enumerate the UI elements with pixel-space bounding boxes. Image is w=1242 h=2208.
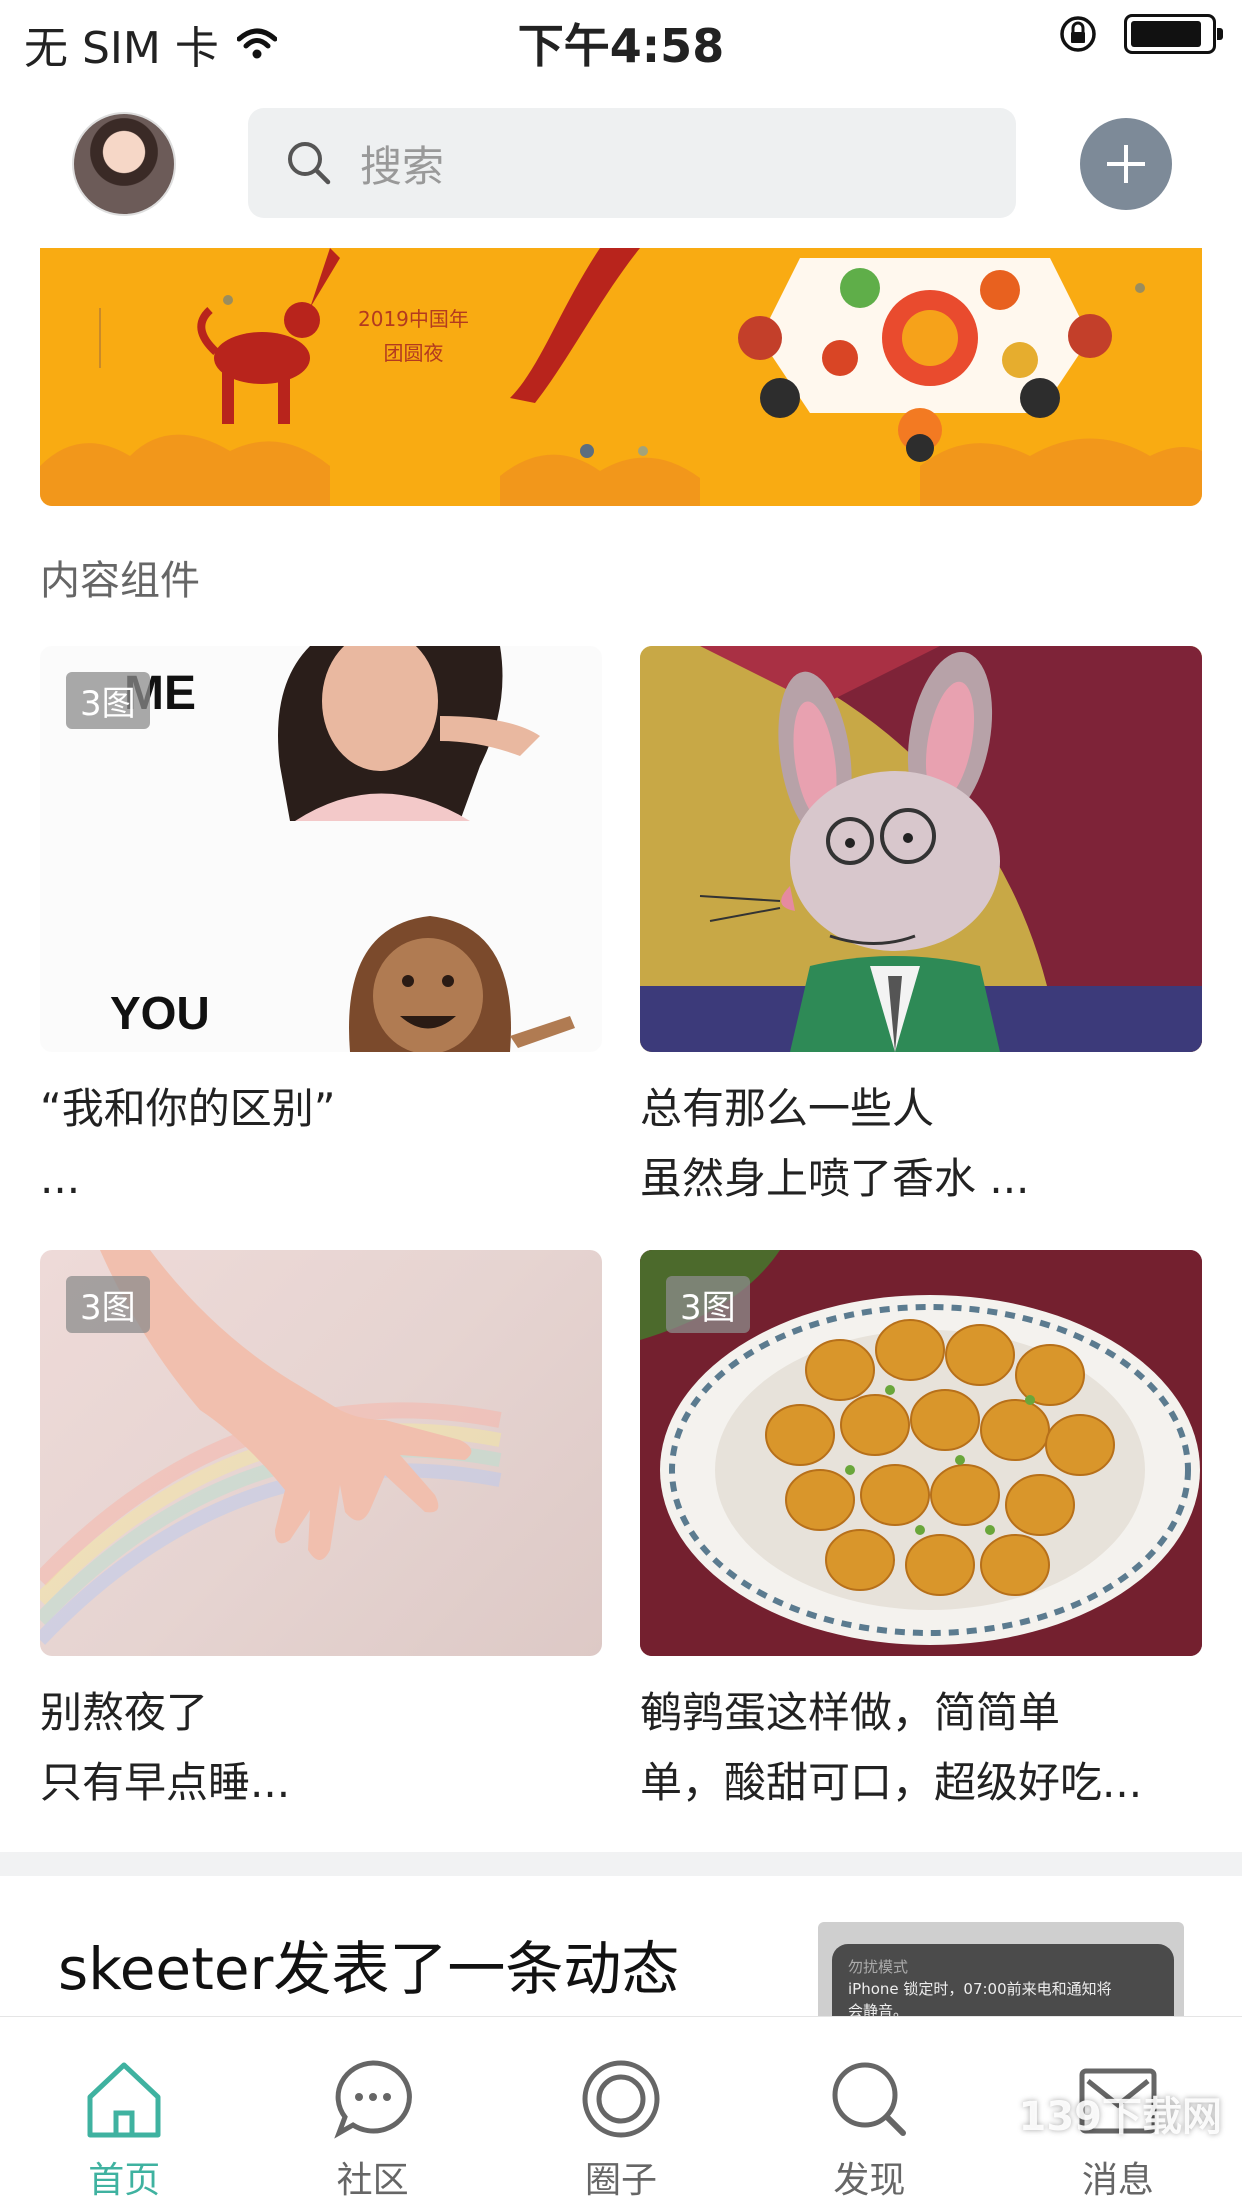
- card-title-line1: 别熬夜了: [40, 1688, 209, 1737]
- content-card[interactable]: 3图 鹌鹑蛋这样做，简简单 单，酸甜可口，超级好吃...: [640, 1250, 1202, 1818]
- meme-text-you: YOU: [110, 987, 210, 1039]
- card-image: ME YOU 3图: [40, 646, 602, 1052]
- thumbnail-line3: 会静音。: [848, 2002, 909, 2016]
- card-image: 3图: [40, 1250, 602, 1656]
- tab-label: 社区: [336, 2160, 409, 2201]
- post-thumbnail[interactable]: 勿扰模式 iPhone 锁定时，07:00前来电和通知将 会静音。: [818, 1922, 1184, 2016]
- orientation-lock-icon: [1060, 16, 1096, 52]
- card-image: 3图: [640, 1250, 1202, 1656]
- chat-icon: [333, 2060, 412, 2139]
- tab-label: 消息: [1081, 2160, 1154, 2201]
- content-card[interactable]: ME YOU 3图 “我和你的区别” ...: [40, 646, 602, 1214]
- image-count-badge: 3图: [666, 1276, 750, 1333]
- card-image: [640, 646, 1202, 1052]
- tab-label: 发现: [833, 2160, 906, 2201]
- status-right: [1058, 14, 1223, 54]
- carousel-indicator: [580, 444, 648, 458]
- card-title-line2: 虽然身上喷了香水 ...: [640, 1154, 1030, 1203]
- banner-carousel[interactable]: 2019中国年 团圆夜: [40, 248, 1202, 506]
- banner-text: 2019中国年 团圆夜: [358, 302, 469, 370]
- watermark: 139下载网: [1018, 2094, 1223, 2140]
- card-title-line1: 鹌鹑蛋这样做，简简单: [640, 1688, 1061, 1737]
- card-title-line2: ...: [40, 1154, 81, 1203]
- add-button[interactable]: [1080, 118, 1172, 210]
- header: 搜索: [0, 100, 1242, 230]
- card-title-line1: 总有那么一些人: [640, 1084, 935, 1133]
- search-placeholder: 搜索: [360, 141, 445, 191]
- circle-icon: [582, 2060, 660, 2138]
- image-count-badge: 3图: [66, 672, 150, 729]
- tab-community[interactable]: 社区: [248, 2017, 496, 2208]
- card-title-line2: 单，酸甜可口，超级好吃...: [640, 1758, 1143, 1807]
- tab-discover[interactable]: 发现: [745, 2017, 993, 2208]
- carousel-dot-active: [580, 444, 594, 458]
- battery-icon: [1124, 14, 1223, 54]
- tab-label: 首页: [88, 2160, 161, 2201]
- carousel-dot: [638, 446, 648, 456]
- status-time: 下午4:58: [517, 19, 725, 73]
- card-title-line1: “我和你的区别”: [40, 1084, 336, 1133]
- thumbnail-line2: iPhone 锁定时，07:00前来电和通知将: [848, 1980, 1112, 1998]
- content-card[interactable]: 3图 别熬夜了 只有早点睡...: [40, 1250, 602, 1818]
- tab-home[interactable]: 首页: [0, 2017, 248, 2208]
- card-title-line2: 只有早点睡...: [40, 1758, 291, 1807]
- search-input[interactable]: 搜索: [248, 108, 1016, 218]
- post-text: skeeter发表了一条动态: [58, 1935, 680, 2003]
- content-card[interactable]: 总有那么一些人 虽然身上喷了香水 ...: [640, 646, 1202, 1214]
- thumbnail-notification: 勿扰模式 iPhone 锁定时，07:00前来电和通知将 会静音。: [832, 1944, 1174, 2016]
- tab-circles[interactable]: 圈子: [497, 2017, 745, 2208]
- search-icon: [832, 2062, 907, 2136]
- plus-icon: [1107, 145, 1145, 183]
- tab-label: 圈子: [585, 2160, 658, 2201]
- status-bar: 无 SIM 卡 下午4:58: [0, 0, 1242, 78]
- feed-post[interactable]: skeeter发表了一条动态 勿扰模式 iPhone 锁定时，07:00前来电和…: [0, 1876, 1242, 2016]
- section-title: 内容组件: [40, 558, 200, 604]
- thumbnail-line1: 勿扰模式: [848, 1958, 909, 1976]
- battery-fill: [1131, 21, 1202, 47]
- image-count-badge: 3图: [66, 1276, 150, 1333]
- banner-text-line2: 团圆夜: [383, 341, 444, 365]
- search-icon: [288, 142, 331, 185]
- avatar[interactable]: [72, 112, 176, 216]
- cartoon-rat-image: [640, 646, 1202, 1052]
- banner-text-line1: 2019中国年: [358, 307, 469, 331]
- home-icon: [87, 2062, 161, 2138]
- section-divider: [0, 1852, 1242, 1876]
